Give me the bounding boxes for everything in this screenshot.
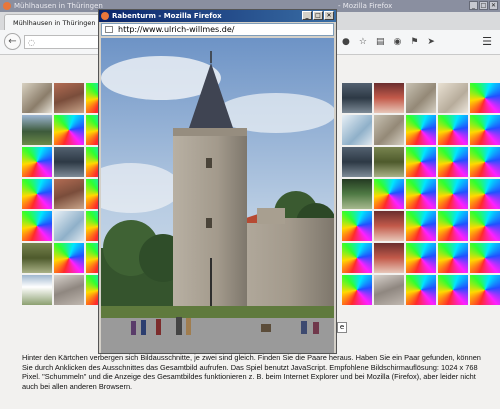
memory-card-revealed[interactable]	[342, 83, 372, 113]
memory-card-hidden[interactable]	[438, 179, 468, 209]
minimize-icon[interactable]: _	[302, 11, 312, 20]
minimize-icon[interactable]: _	[469, 1, 478, 10]
memory-card-hidden[interactable]	[438, 211, 468, 241]
memory-card-hidden[interactable]	[406, 243, 436, 273]
memory-card-revealed[interactable]	[374, 115, 404, 145]
memory-card-hidden[interactable]	[438, 243, 468, 273]
memory-card-revealed[interactable]	[374, 83, 404, 113]
memory-card-hidden[interactable]	[406, 211, 436, 241]
popup-window-controls: _ □ ✕	[302, 11, 334, 20]
memory-card-revealed[interactable]	[22, 275, 52, 305]
memory-card-hidden[interactable]	[438, 147, 468, 177]
memory-card-hidden[interactable]	[54, 243, 84, 273]
memory-card-revealed[interactable]	[22, 83, 52, 113]
address-bar[interactable]: ◌	[24, 35, 104, 49]
pocket-icon[interactable]: ◉	[393, 35, 401, 49]
memory-card-revealed[interactable]	[54, 275, 84, 305]
memory-card-revealed[interactable]	[22, 115, 52, 145]
page-icon	[105, 26, 113, 33]
memory-card-hidden[interactable]	[374, 179, 404, 209]
memory-card-hidden[interactable]	[470, 179, 500, 209]
memory-card-hidden[interactable]	[54, 115, 84, 145]
toolbar-icons: ● ☆ ▤ ◉ ⚑ ➤	[342, 35, 435, 49]
memory-card-hidden[interactable]	[342, 275, 372, 305]
memory-card-revealed[interactable]	[374, 275, 404, 305]
maximize-icon[interactable]: □	[313, 11, 323, 20]
memory-card-hidden[interactable]	[470, 211, 500, 241]
memory-card-revealed[interactable]	[54, 211, 84, 241]
memory-card-hidden[interactable]	[438, 115, 468, 145]
clipboard-icon[interactable]: ▤	[376, 35, 385, 49]
popup-title: Rabenturm - Mozilla Firefox	[112, 12, 222, 20]
memory-card-hidden[interactable]	[406, 275, 436, 305]
memory-card-hidden[interactable]	[470, 243, 500, 273]
memory-card-hidden[interactable]	[342, 243, 372, 273]
shield-icon[interactable]: ⚑	[410, 35, 418, 49]
memory-card-hidden[interactable]	[470, 83, 500, 113]
memory-card-hidden[interactable]	[22, 179, 52, 209]
back-arrow-icon[interactable]: ←	[4, 33, 21, 50]
popup-address-bar[interactable]: http://www.ulrich-willmes.de/	[101, 23, 334, 36]
memory-card-hidden[interactable]	[406, 179, 436, 209]
memory-card-revealed[interactable]	[374, 243, 404, 273]
memory-card-revealed[interactable]	[22, 243, 52, 273]
hidden-button-stub[interactable]: e	[337, 322, 347, 333]
close-icon[interactable]: ✕	[324, 11, 334, 20]
memory-card-revealed[interactable]	[342, 147, 372, 177]
popup-window: Rabenturm - Mozilla Firefox _ □ ✕ http:/…	[98, 9, 337, 354]
memory-card-revealed[interactable]	[374, 147, 404, 177]
memory-card-hidden[interactable]	[438, 275, 468, 305]
memory-card-hidden[interactable]	[470, 275, 500, 305]
popup-url: http://www.ulrich-willmes.de/	[118, 25, 235, 34]
window-controls: _ □ ✕	[469, 1, 498, 10]
memory-card-hidden[interactable]	[470, 115, 500, 145]
memory-card-revealed[interactable]	[342, 115, 372, 145]
game-description: Hinter den Kärtchen verbergen sich Bilda…	[22, 353, 481, 391]
star-icon[interactable]: ☆	[359, 35, 367, 49]
hamburger-menu-icon[interactable]: ☰	[482, 35, 492, 49]
rabenturm-photo	[101, 38, 334, 353]
memory-card-hidden[interactable]	[470, 147, 500, 177]
globe-icon: ◌	[28, 38, 35, 47]
send-icon[interactable]: ➤	[427, 35, 435, 49]
firefox-icon	[3, 2, 11, 10]
maximize-icon[interactable]: □	[479, 1, 488, 10]
memory-card-hidden[interactable]	[22, 211, 52, 241]
firefox-icon	[101, 12, 109, 20]
memory-card-revealed[interactable]	[342, 179, 372, 209]
close-icon[interactable]: ✕	[489, 1, 498, 10]
memory-card-revealed[interactable]	[54, 179, 84, 209]
window-title-suffix: - Mozilla Firefox	[338, 2, 393, 10]
memory-card-hidden[interactable]	[342, 211, 372, 241]
memory-card-revealed[interactable]	[374, 211, 404, 241]
tab-active[interactable]: Mühlhausen in Thüringen	[4, 14, 112, 30]
full-image-rabenturm	[101, 38, 334, 353]
chat-icon[interactable]: ●	[342, 35, 350, 49]
memory-card-revealed[interactable]	[438, 83, 468, 113]
window-title: Mühlhausen in Thüringen	[14, 2, 103, 10]
memory-card-revealed[interactable]	[406, 83, 436, 113]
memory-card-hidden[interactable]	[406, 115, 436, 145]
popup-titlebar: Rabenturm - Mozilla Firefox _ □ ✕	[99, 10, 336, 22]
memory-card-hidden[interactable]	[22, 147, 52, 177]
memory-card-hidden[interactable]	[406, 147, 436, 177]
memory-card-revealed[interactable]	[54, 147, 84, 177]
memory-card-revealed[interactable]	[54, 83, 84, 113]
